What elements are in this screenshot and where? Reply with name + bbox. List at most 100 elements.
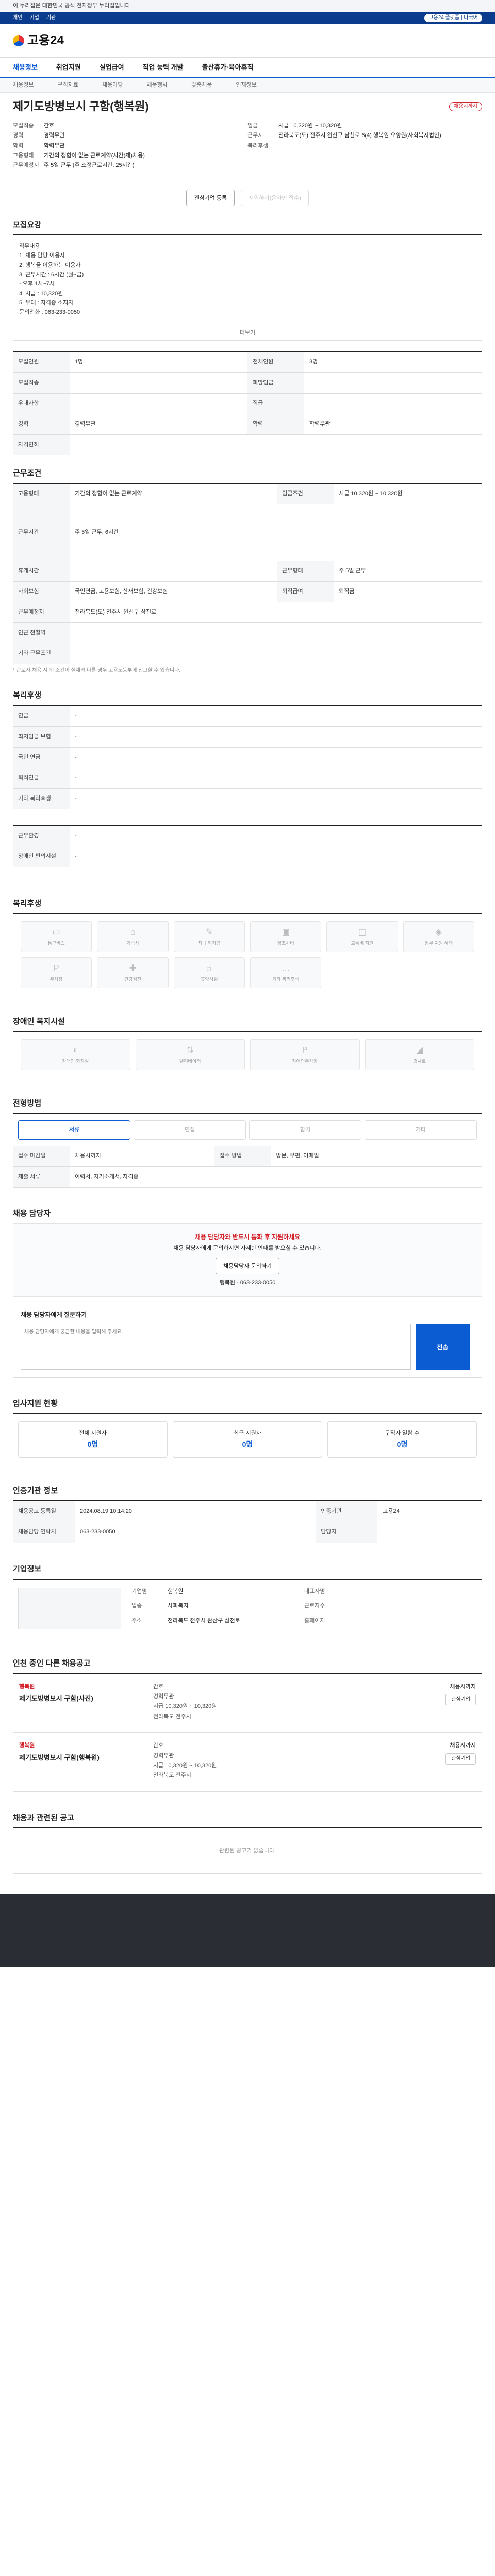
subnav-item[interactable]: 채용정보 xyxy=(13,81,34,89)
step-3: 합격 xyxy=(249,1120,361,1140)
welfare-item: ▣ 경조사비 xyxy=(250,921,322,953)
job-item[interactable]: 행복원 제기도방병보시 구함(사진) 간호 경력무관 시급 10,320원 ~ 10,… xyxy=(13,1674,482,1733)
subnav-item[interactable]: 채용마당 xyxy=(102,81,123,89)
sub-nav: 채용정보 구직자료 채용마당 채용행사 맞춤채용 인재정보 xyxy=(0,78,495,93)
interest-button[interactable]: 관심기업 등록 xyxy=(186,189,235,206)
facility-item: ⇅ 엘리베이터 xyxy=(135,1039,245,1071)
parking-icon: P xyxy=(53,964,59,973)
section-title: 복리후생 xyxy=(13,899,42,908)
conditions-table: 고용형태 기간의 정함이 없는 근로계약 임금조건 시급 10,320원 ~ 10,3… xyxy=(13,482,482,665)
subnav-item[interactable]: 채용행사 xyxy=(146,81,167,89)
interest-mini-button[interactable]: 관심기업 xyxy=(446,1753,476,1765)
nav-item[interactable]: 실업급여 xyxy=(100,63,124,72)
bus-icon: ▭ xyxy=(52,928,60,937)
stat-card: 전체 지원자 0명 xyxy=(18,1421,168,1458)
welfare-item: … 기타 복리후생 xyxy=(250,957,322,989)
dorm-icon: ⌂ xyxy=(130,928,136,937)
etc-icon: … xyxy=(282,964,290,973)
util-right[interactable]: 고용24 플랫폼 | 다국어 xyxy=(424,14,482,22)
section-title: 입사지원 현황 xyxy=(13,1399,58,1409)
util-link[interactable]: 기관 xyxy=(46,15,56,21)
footer xyxy=(0,1894,495,1967)
company-logo xyxy=(18,1587,121,1629)
welfare-item: ✎ 자녀 학자금 xyxy=(173,921,245,953)
status-cards: 전체 지원자 0명 최근 지원자 0명 구직자 열람 수 0명 xyxy=(13,1413,482,1465)
interest-mini-button[interactable]: 관심기업 xyxy=(446,1694,476,1706)
facility-item: ◐ 장애인 화장실 xyxy=(21,1039,130,1071)
welfare-icons: ▭ 통근버스 ⌂ 기숙사 ✎ 자녀 학자금 ▣ 경조사비 ◫ 교통비 지원 ◈ 정부 지원 … xyxy=(13,913,482,995)
section-title: 채용과 관련된 공고 xyxy=(13,1813,74,1822)
more-button[interactable]: 더보기 xyxy=(13,326,482,341)
subnav-item[interactable]: 인재정보 xyxy=(236,81,256,89)
section-title: 전형방법 xyxy=(13,1099,42,1108)
gift-icon: ▣ xyxy=(282,928,290,937)
deadline-badge: 채용시까지 xyxy=(449,102,482,112)
empty-state: 관련된 공고가 없습니다. xyxy=(13,1827,482,1874)
contact-button[interactable]: 채용담당자 문의하기 xyxy=(215,1257,280,1274)
nav-item[interactable]: 출산휴가·육아휴직 xyxy=(202,63,254,72)
job-item[interactable]: 행복원 제기도방병보시 구함(행복원) 간호 경력무관 시급 10,320원 ~ 10… xyxy=(13,1733,482,1792)
job-description: 직무내용 1. 채용 담당 이용자 2. 행복을 이용하는 이용자 3. 근무시간 :… xyxy=(13,235,482,326)
stat-card: 최근 지원자 0명 xyxy=(173,1421,322,1458)
welfare-item: ◫ 교통비 지원 xyxy=(326,921,398,953)
contact-name: 행복원 xyxy=(219,1279,236,1286)
nav-item[interactable]: 취업지원 xyxy=(56,63,81,72)
step-2: 면접 xyxy=(134,1120,246,1140)
util-link[interactable]: 개인 xyxy=(13,15,22,21)
nav-item[interactable]: 채용정보 xyxy=(13,63,38,72)
logo-icon xyxy=(13,35,24,46)
section-title: 근무조건 xyxy=(13,468,42,478)
welfare-item: ☼ 휴양시설 xyxy=(173,957,245,989)
section-title: 인증기관 정보 xyxy=(13,1486,58,1496)
subnav-item[interactable]: 맞춤채용 xyxy=(191,81,212,89)
gov-banner: 이 누리집은 대한민국 공식 전자정부 누리집입니다. xyxy=(0,0,495,12)
logo[interactable]: 고용24 xyxy=(13,32,64,49)
subnav-item[interactable]: 구직자료 xyxy=(57,81,78,89)
step-1: 서류 xyxy=(18,1120,130,1140)
section-title: 복리후생 xyxy=(13,691,42,700)
summary: 모집직종 간호 경력 경력무관 학력 학력무관 고용형태 기간의 정함이 없는 근로계약… xyxy=(13,122,441,169)
section-title: 장애인 복지시설 xyxy=(13,1017,65,1026)
contact-warning: 채용 담당자와 반드시 통화 후 지원하세요 xyxy=(194,1233,301,1241)
section-title: 기업정보 xyxy=(13,1564,42,1573)
inquiry-textarea[interactable] xyxy=(21,1324,411,1370)
elevator-icon: ⇅ xyxy=(187,1046,194,1055)
job-list: 행복원 제기도방병보시 구함(사진) 간호 경력무관 시급 10,320원 ~ 10,… xyxy=(13,1672,482,1792)
inquiry-box: 채용 담당자에게 질문하기 전송 xyxy=(13,1303,482,1378)
resort-icon: ☼ xyxy=(205,964,213,973)
send-button[interactable]: 전송 xyxy=(415,1324,470,1370)
main-nav: 채용정보 취업지원 실업급여 직업 능력 개발 출산휴가·육아휴직 xyxy=(0,58,495,78)
ramp-icon: ◢ xyxy=(416,1046,423,1055)
header: 고용24 xyxy=(0,24,495,58)
health-icon: ✚ xyxy=(129,964,137,973)
page-title: 제기도방병보시 구함(행복원) 채용시까지 xyxy=(0,93,495,118)
section-title: 채용 담당자 xyxy=(13,1209,51,1218)
step-4: 기타 xyxy=(365,1120,477,1140)
facility-item: ◢ 경사로 xyxy=(365,1039,474,1071)
welfare-item: ◈ 정부 지원 혜택 xyxy=(403,921,474,953)
welfare-item: P 주차장 xyxy=(21,957,92,989)
welfare-item: ▭ 통근버스 xyxy=(21,921,92,953)
facility-item: P 장애인주차장 xyxy=(250,1039,360,1071)
tuition-icon: ✎ xyxy=(206,928,213,937)
util-link[interactable]: 기업 xyxy=(29,15,39,21)
process-table: 접수 마감일 채용시까지 접수 방법 방문, 우편, 이메일 제출 서류 이력서, 자기… xyxy=(13,1146,482,1188)
contact-box: 채용 담당자와 반드시 통화 후 지원하세요 채용 담당자에게 문의하시면 자세… xyxy=(13,1223,482,1297)
recruit-table: 모집인원 1명 전체인원 3명 모집직종 희망임금 우대사항 직급 경력 경력무관 학력 학력무… xyxy=(13,351,482,455)
parking-icon: P xyxy=(302,1046,308,1055)
apply-button[interactable]: 지원하기(온라인 접수) xyxy=(241,189,309,206)
conditions-note: * 근로자 채용 시 위 조건이 실제와 다른 경우 고용노동부에 신고할 수 … xyxy=(13,668,181,674)
stat-card: 구직자 열람 수 0명 xyxy=(327,1421,477,1458)
welfare-table: 연금 - 최저임금 보험 - 국민 연금 - 퇴직연금 - 기타 복리후생 - xyxy=(13,705,482,809)
section-title: 인천 중인 다른 채용공고 xyxy=(13,1658,91,1668)
welfare-item: ⌂ 기숙사 xyxy=(97,921,169,953)
utility-bar: 개인 기업 기관 고용24 플랫폼 | 다국어 xyxy=(0,12,495,24)
welfare-item: ✚ 건강검진 xyxy=(97,957,169,989)
nav-item[interactable]: 직업 능력 개발 xyxy=(143,63,184,72)
company-info: 기업명 행복원 대표자명 업종 사회복지 근로자수 주소 전라북도 전주시 완산구 삼천로… xyxy=(13,1578,482,1637)
support-icon: ◈ xyxy=(435,928,442,937)
toilet-icon: ◐ xyxy=(73,1046,78,1055)
agency-table: 채용공고 등록일 2024.08.19 10:14:20 인증기관 고용24 채용담당… xyxy=(13,1500,482,1543)
section-title: 모집요강 xyxy=(13,220,42,229)
env-table: 근무환경 - 장애인 편의시설 - xyxy=(13,824,482,868)
